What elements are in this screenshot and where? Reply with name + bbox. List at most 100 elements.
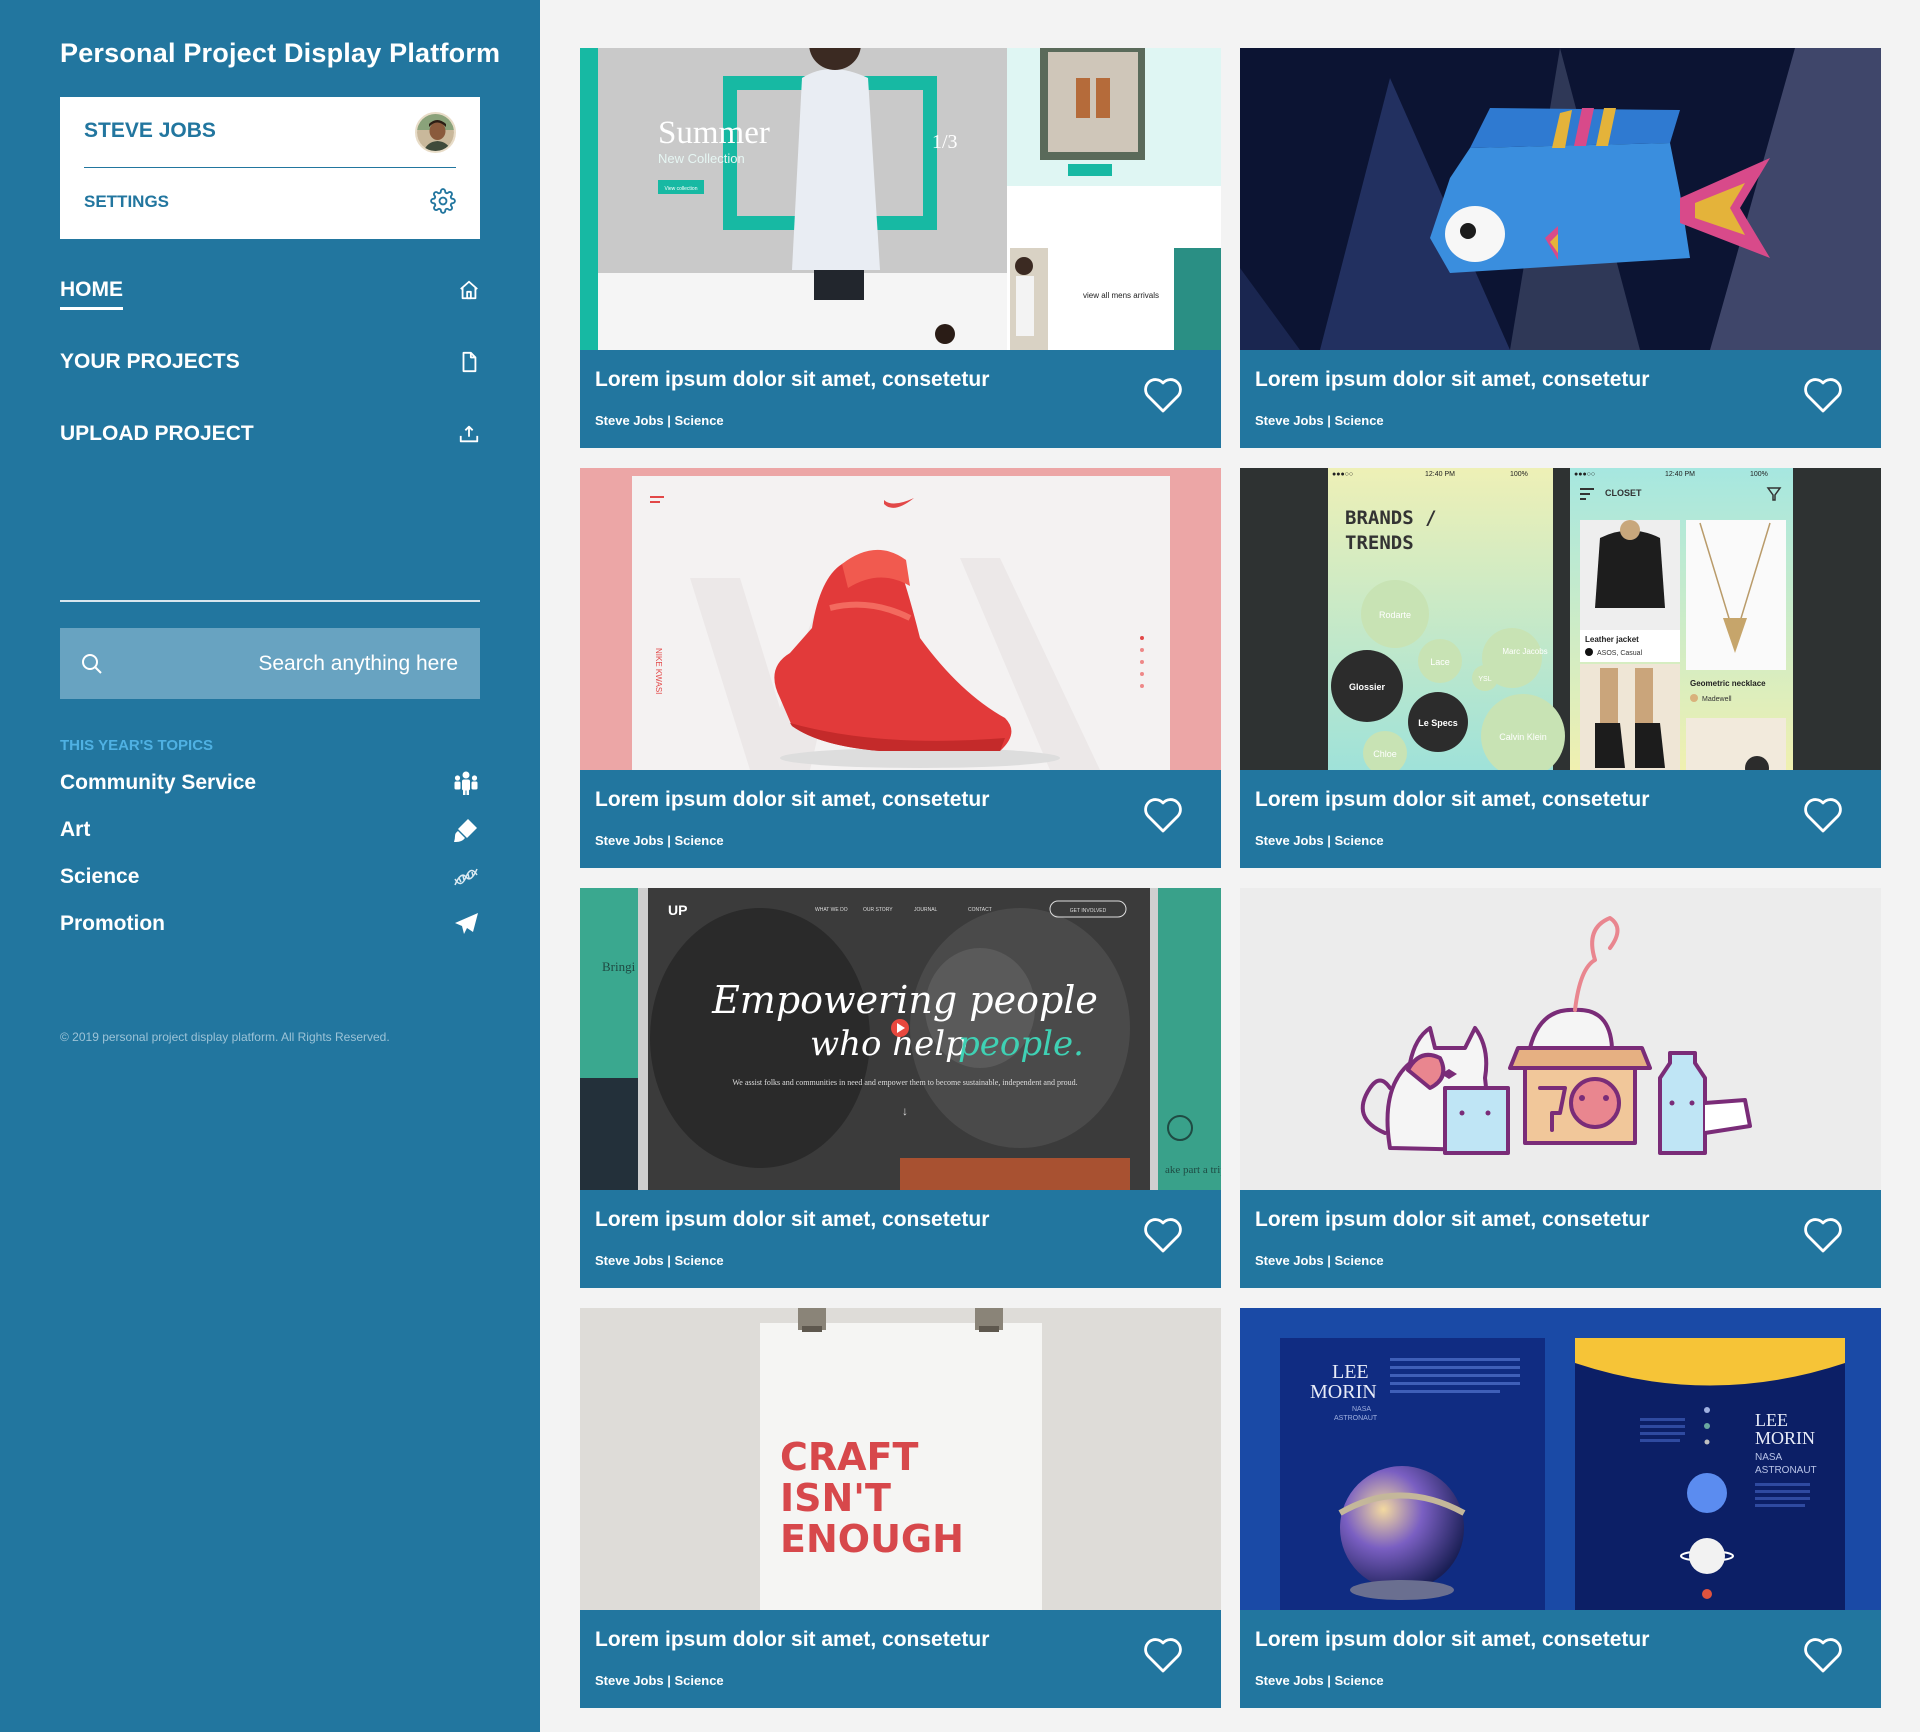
svg-text:●●●○○: ●●●○○	[1574, 471, 1595, 478]
brand-bubble-label: Le Specs	[1418, 718, 1458, 728]
thumbnail-item-sub: ASOS, Casual	[1597, 650, 1643, 657]
project-meta: Steve Jobs | Science	[1255, 1673, 1384, 1688]
brand-bubble-label: Glossier	[1349, 682, 1386, 692]
project-thumbnail[interactable]: Bringi to ou UP WHAT WE DO OUR STORY JOU…	[580, 888, 1221, 1190]
project-title[interactable]: Lorem ipsum dolor sit amet, consetetur	[595, 788, 989, 812]
heart-icon[interactable]	[1143, 796, 1183, 834]
thumbnail-menu-item: WHAT WE DO	[815, 907, 848, 913]
thumbnail-time: 12:40 PM	[1425, 471, 1455, 478]
thumbnail-headline: CRAFT	[780, 1435, 919, 1479]
avatar[interactable]	[415, 112, 456, 153]
project-card[interactable]: Lorem ipsum dolor sit amet, consetetur S…	[1240, 48, 1881, 448]
project-meta: Steve Jobs | Science	[595, 413, 724, 428]
thumbnail-headline: MORIN	[1755, 1428, 1815, 1448]
project-card[interactable]: Lorem ipsum dolor sit amet, consetetur S…	[1240, 888, 1881, 1288]
brand-bubble-label: Marc Jacobs	[1502, 647, 1547, 656]
thumbnail-body-text: We assist folks and communities in need …	[732, 1078, 1077, 1087]
thumbnail-subline: NASA	[1352, 1406, 1371, 1413]
profile-card: STEVE JOBS SETTINGS	[60, 97, 480, 239]
heart-icon[interactable]	[1143, 376, 1183, 414]
gear-icon[interactable]	[430, 188, 456, 214]
profile-divider	[84, 167, 456, 168]
project-title[interactable]: Lorem ipsum dolor sit amet, consetetur	[1255, 368, 1649, 392]
thumbnail-side-text: ake part a trip.	[1165, 1164, 1221, 1176]
project-title[interactable]: Lorem ipsum dolor sit amet, consetetur	[1255, 1628, 1649, 1652]
thumbnail-headline: LEE	[1755, 1410, 1788, 1430]
people-icon	[452, 769, 480, 797]
thumbnail-headline: people.	[958, 1024, 1084, 1064]
project-card[interactable]: CRAFT ISN'T ENOUGH Lorem ipsum dolor sit…	[580, 1308, 1221, 1708]
thumbnail-item-label: Leather jacket	[1585, 635, 1639, 644]
thumbnail-headline: ISN'T	[780, 1476, 891, 1520]
project-thumbnail[interactable]: NIKE KWASI	[580, 468, 1221, 770]
brand-bubble-label: Lace	[1430, 657, 1450, 667]
project-thumbnail[interactable]: ●●●○○ 12:40 PM 100% BRANDS / TRENDS Roda…	[1240, 468, 1881, 770]
thumbnail-battery: 100%	[1510, 471, 1528, 478]
thumbnail-menu-item: JOURNAL	[914, 907, 938, 913]
nav-upload-project-label: UPLOAD PROJECT	[60, 422, 254, 445]
project-thumbnail[interactable]: CRAFT ISN'T ENOUGH	[580, 1308, 1221, 1610]
project-thumbnail[interactable]: Summer New Collection View collection 1/…	[580, 48, 1221, 350]
sidebar-divider	[60, 600, 480, 602]
thumbnail-button-text: View collection	[665, 186, 698, 192]
project-card[interactable]: ●●●○○ 12:40 PM 100% BRANDS / TRENDS Roda…	[1240, 468, 1881, 868]
heart-icon[interactable]	[1803, 1216, 1843, 1254]
topic-promotion[interactable]: Promotion	[60, 908, 480, 942]
brand-bubble-label: YSL	[1478, 676, 1491, 683]
project-title[interactable]: Lorem ipsum dolor sit amet, consetetur	[595, 368, 989, 392]
home-icon	[458, 279, 480, 301]
nav-upload-project[interactable]: UPLOAD PROJECT	[60, 414, 480, 454]
nav-your-projects-label: YOUR PROJECTS	[60, 350, 240, 373]
document-icon	[458, 351, 480, 373]
settings-link[interactable]: SETTINGS	[84, 192, 169, 212]
project-meta: Steve Jobs | Science	[595, 1253, 724, 1268]
project-card[interactable]: NIKE KWASI Lorem ipsum dolor sit amet, c…	[580, 468, 1221, 868]
svg-text:↓: ↓	[902, 1104, 908, 1118]
project-thumbnail[interactable]	[1240, 48, 1881, 350]
brand-bubble-label: Rodarte	[1379, 610, 1411, 620]
topic-art[interactable]: Art	[60, 814, 480, 848]
search-icon[interactable]	[80, 652, 104, 676]
topic-science[interactable]: Science	[60, 861, 480, 895]
topic-label: Community Service	[60, 771, 257, 794]
brand-bubble-label: Chloe	[1373, 749, 1397, 759]
project-card[interactable]: Summer New Collection View collection 1/…	[580, 48, 1221, 448]
heart-icon[interactable]	[1803, 796, 1843, 834]
topics-heading: THIS YEAR'S TOPICS	[60, 737, 214, 754]
thumbnail-item-sub: Madewell	[1702, 696, 1732, 703]
thumbnail-subline: NASA	[1755, 1452, 1783, 1463]
heart-icon[interactable]	[1803, 1636, 1843, 1674]
thumbnail-heading: BRANDS /	[1345, 507, 1437, 529]
topic-label: Science	[60, 865, 140, 888]
project-meta: Steve Jobs | Science	[1255, 413, 1384, 428]
heart-icon[interactable]	[1143, 1636, 1183, 1674]
app-title: Personal Project Display Platform	[60, 38, 501, 68]
project-meta: Steve Jobs | Science	[1255, 1253, 1384, 1268]
project-card[interactable]: LEE MORIN NASA ASTRONAUT LEE MORIN NASA …	[1240, 1308, 1881, 1708]
thumbnail-headline: LEE	[1332, 1361, 1369, 1383]
profile-name[interactable]: STEVE JOBS	[84, 119, 216, 143]
heart-icon[interactable]	[1803, 376, 1843, 414]
nav-your-projects[interactable]: YOUR PROJECTS	[60, 342, 480, 382]
thumbnail-subline: ASTRONAUT	[1334, 1415, 1378, 1422]
project-thumbnail[interactable]: LEE MORIN NASA ASTRONAUT LEE MORIN NASA …	[1240, 1308, 1881, 1610]
nav-home[interactable]: HOME	[60, 270, 480, 310]
thumbnail-headline: who help	[810, 1024, 967, 1064]
project-title[interactable]: Lorem ipsum dolor sit amet, consetetur	[595, 1208, 989, 1232]
brand-bubble-label: Calvin Klein	[1499, 732, 1547, 742]
topic-community-service[interactable]: Community Service	[60, 767, 480, 801]
search-input[interactable]	[120, 628, 458, 699]
thumbnail-battery: 100%	[1750, 471, 1768, 478]
thumbnail-item-label: Geometric necklace	[1690, 679, 1766, 688]
project-thumbnail[interactable]	[1240, 888, 1881, 1190]
thumbnail-counter: 1/3	[932, 131, 958, 153]
project-title[interactable]: Lorem ipsum dolor sit amet, consetetur	[1255, 788, 1649, 812]
project-title[interactable]: Lorem ipsum dolor sit amet, consetetur	[1255, 1208, 1649, 1232]
heart-icon[interactable]	[1143, 1216, 1183, 1254]
upload-icon	[458, 423, 480, 445]
project-title[interactable]: Lorem ipsum dolor sit amet, consetetur	[595, 1628, 989, 1652]
project-meta: Steve Jobs | Science	[595, 1673, 724, 1688]
thumbnail-link: view all mens arrivals	[1083, 291, 1159, 300]
project-card[interactable]: Bringi to ou UP WHAT WE DO OUR STORY JOU…	[580, 888, 1221, 1288]
thumbnail-headline: ENOUGH	[780, 1517, 964, 1561]
